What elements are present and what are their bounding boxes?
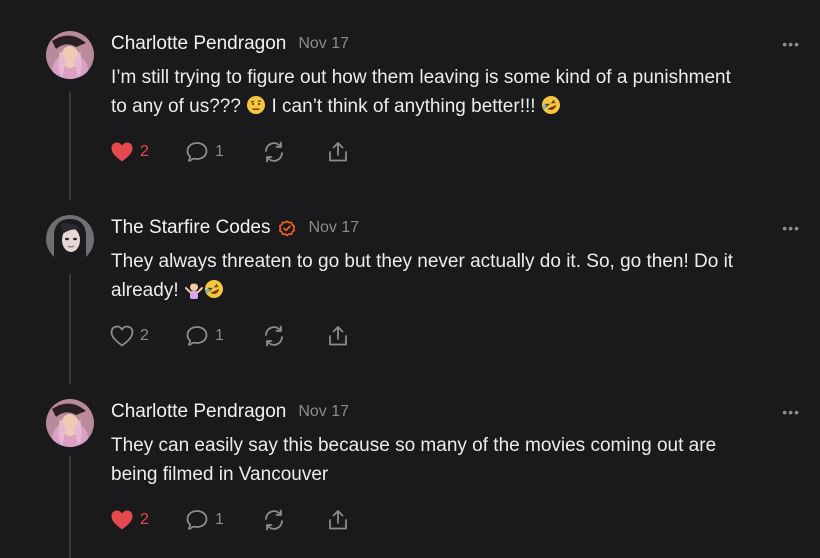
heart-icon <box>111 510 133 530</box>
share-button[interactable] <box>326 508 350 532</box>
restack-icon <box>265 325 283 347</box>
comment-text-line: They can easily say this because so many… <box>111 435 717 456</box>
like-button[interactable]: 2 <box>110 141 185 163</box>
thread-line <box>69 456 71 558</box>
comment-icon <box>186 510 208 530</box>
comment-icon <box>186 326 208 346</box>
reply-button[interactable]: 1 <box>185 325 262 347</box>
comment-date[interactable]: Nov 17 <box>308 219 359 237</box>
restack-icon <box>265 141 283 163</box>
verified-badge-icon <box>279 220 296 237</box>
share-icon <box>329 326 347 346</box>
restack-button[interactable] <box>262 140 326 164</box>
comment-date[interactable]: Nov 17 <box>298 403 349 421</box>
more-icon[interactable]: ••• <box>782 220 800 236</box>
rolling-on-floor-laughing-emoji <box>541 96 560 114</box>
comment-text-line: I’m still trying to figure out how them … <box>111 67 731 88</box>
comment-body: They always threaten to go but they neve… <box>111 247 811 305</box>
comment-text-line: They always threaten to go but they neve… <box>111 251 734 272</box>
comment-text: to any of us??? <box>111 96 241 117</box>
thread-line <box>69 274 71 384</box>
author-name[interactable]: The Starfire Codes <box>111 217 270 239</box>
person-shrugging-emoji <box>184 283 203 299</box>
comment-actions: 2 1 <box>110 324 350 348</box>
author-name[interactable]: Charlotte Pendragon <box>111 401 286 423</box>
reply-count: 1 <box>215 143 224 160</box>
comment-actions: 2 1 <box>110 508 350 532</box>
thread-line <box>69 92 71 200</box>
restack-icon <box>265 509 283 531</box>
face-with-raised-eyebrow-emoji <box>247 96 266 114</box>
reply-button[interactable]: 1 <box>185 509 262 531</box>
like-count: 2 <box>140 143 149 160</box>
restack-button[interactable] <box>262 508 326 532</box>
rolling-on-floor-laughing-emoji <box>204 280 223 298</box>
comment-icon <box>186 142 208 162</box>
comment-header: Charlotte Pendragon Nov 17 <box>111 401 349 423</box>
more-icon[interactable]: ••• <box>782 36 800 52</box>
avatar[interactable] <box>46 399 94 447</box>
reply-count: 1 <box>215 511 224 528</box>
like-button[interactable]: 2 <box>110 509 185 531</box>
restack-button[interactable] <box>262 324 326 348</box>
share-button[interactable] <box>326 140 350 164</box>
comment-header: The Starfire Codes Nov 17 <box>111 217 359 239</box>
like-count: 2 <box>140 327 149 344</box>
heart-icon <box>110 325 134 347</box>
comment-header: Charlotte Pendragon Nov 17 <box>111 33 349 55</box>
like-button[interactable]: 2 <box>110 325 185 347</box>
comment-text: I can’t think of anything better!!! <box>271 96 536 117</box>
more-icon[interactable]: ••• <box>782 404 800 420</box>
comment-text-line: being filmed in Vancouver <box>111 464 329 485</box>
reply-count: 1 <box>215 327 224 344</box>
comment-body: They can easily say this because so many… <box>111 431 811 489</box>
share-icon <box>329 142 347 162</box>
comment-text: already! <box>111 280 179 301</box>
comment-date[interactable]: Nov 17 <box>298 35 349 53</box>
heart-icon <box>111 142 133 162</box>
avatar[interactable] <box>46 31 94 79</box>
share-icon <box>329 510 347 530</box>
avatar[interactable] <box>46 215 94 263</box>
comment-actions: 2 1 <box>110 140 350 164</box>
comment-body: I’m still trying to figure out how them … <box>111 63 811 121</box>
like-count: 2 <box>140 511 149 528</box>
reply-button[interactable]: 1 <box>185 141 262 163</box>
author-name[interactable]: Charlotte Pendragon <box>111 33 286 55</box>
share-button[interactable] <box>326 324 350 348</box>
